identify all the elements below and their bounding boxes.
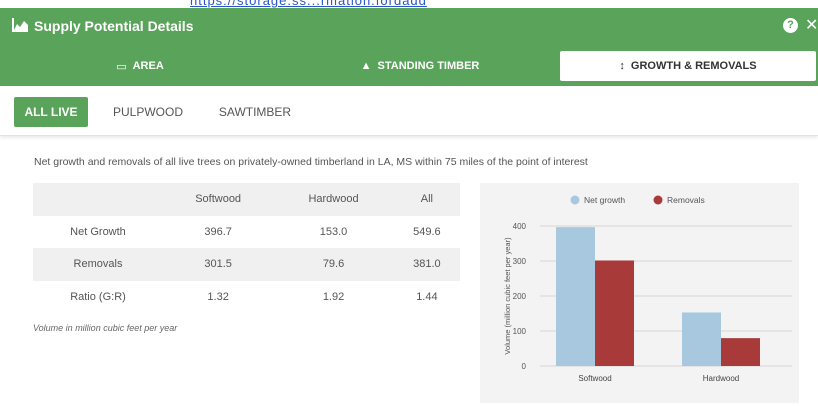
table-cell: 301.5 [204,258,232,271]
tab-standing-timber[interactable]: ▲ STANDING TIMBER [280,46,560,86]
bar-net-growth-hardwood [682,312,721,366]
column-header: Hardwood [308,193,359,206]
legend-label: Removals [667,195,705,205]
column-header: Softwood [195,193,242,206]
legend-label: Net growth [584,195,625,205]
x-tick-label: Hardwood [703,374,739,383]
y-tick-label: 200 [513,292,527,301]
subtab-all-live[interactable]: ALL LIVE [14,97,88,127]
table-row: Ratio (G:R) 1.32 1.92 1.44 [33,281,460,314]
bar-removals-hardwood [721,338,760,366]
x-tick-label: Softwood [578,374,611,383]
y-axis-label: Volume (million cubic feet per year) [503,237,512,355]
y-tick-label: 400 [513,222,527,231]
bar-removals-softwood [595,260,634,366]
row-label: Net Growth [70,225,126,238]
table-cell: 1.92 [322,290,345,303]
table-cell: 153.0 [319,225,348,238]
tab-area[interactable]: ▭ AREA [0,46,280,86]
growth-removals-table: Softwood Hardwood All Net Growth 396.7 1… [33,183,460,313]
table-cell: 396.7 [204,225,232,238]
table-header-row: Softwood Hardwood All [33,183,460,216]
growth-removals-chart: 0 100 200 300 400 Volume (million cubic feet … [480,183,799,403]
map-icon: ▭ [116,60,127,73]
tab-standing-timber-label: STANDING TIMBER [377,60,480,72]
area-chart-icon [12,18,28,32]
units-note: Volume in million cubic feet per year [33,323,178,333]
panel-title: Supply Potential Details [34,18,194,34]
y-tick-label: 0 [522,362,527,371]
table-cell: 79.6 [322,258,345,271]
main-tabs: ▭ AREA ▲ STANDING TIMBER ↕ GROWTH & REMO… [0,46,818,86]
table-cell: 549.6 [413,225,441,238]
subtab-sawtimber[interactable]: SAWTIMBER [208,97,302,127]
table-cell: 1.44 [416,290,438,303]
help-icon[interactable]: ? [783,18,798,33]
table-cell: 381.0 [413,258,441,271]
legend-marker [653,195,663,205]
sub-tabs: ALL LIVE PULPWOOD SAWTIMBER [0,86,818,136]
subtab-pulpwood[interactable]: PULPWOOD [104,97,192,127]
description-text: Net growth and removals of all live tree… [34,156,588,168]
table-cell: 1.32 [207,290,229,303]
table-row: Net Growth 396.7 153.0 549.6 [33,216,460,249]
tab-area-label: AREA [132,60,164,72]
bar-net-growth-softwood [556,227,595,366]
url-strip: https://storage.ss...rmation.fordadd [0,0,818,8]
title-bar: Supply Potential Details ? ✕ [0,8,818,46]
y-tick-label: 100 [513,327,527,336]
url-link[interactable]: https://storage.ss...rmation.fordadd [190,0,427,8]
column-header [33,183,163,216]
close-icon[interactable]: ✕ [805,15,818,35]
row-label: Ratio (G:R) [70,290,126,303]
up-down-arrow-icon: ↕ [619,60,625,72]
y-tick-label: 300 [513,257,527,266]
tree-icon: ▲ [360,60,372,72]
tab-growth-removals-label: GROWTH & REMOVALS [630,60,757,72]
column-header: All [420,193,434,206]
chart-svg: 0 100 200 300 400Volume (million cubic feet … [503,195,792,383]
legend-marker [570,195,580,205]
table-row: Removals 301.5 79.6 381.0 [33,248,460,281]
tab-growth-removals[interactable]: ↕ GROWTH & REMOVALS [560,51,816,81]
row-label: Removals [73,258,123,271]
